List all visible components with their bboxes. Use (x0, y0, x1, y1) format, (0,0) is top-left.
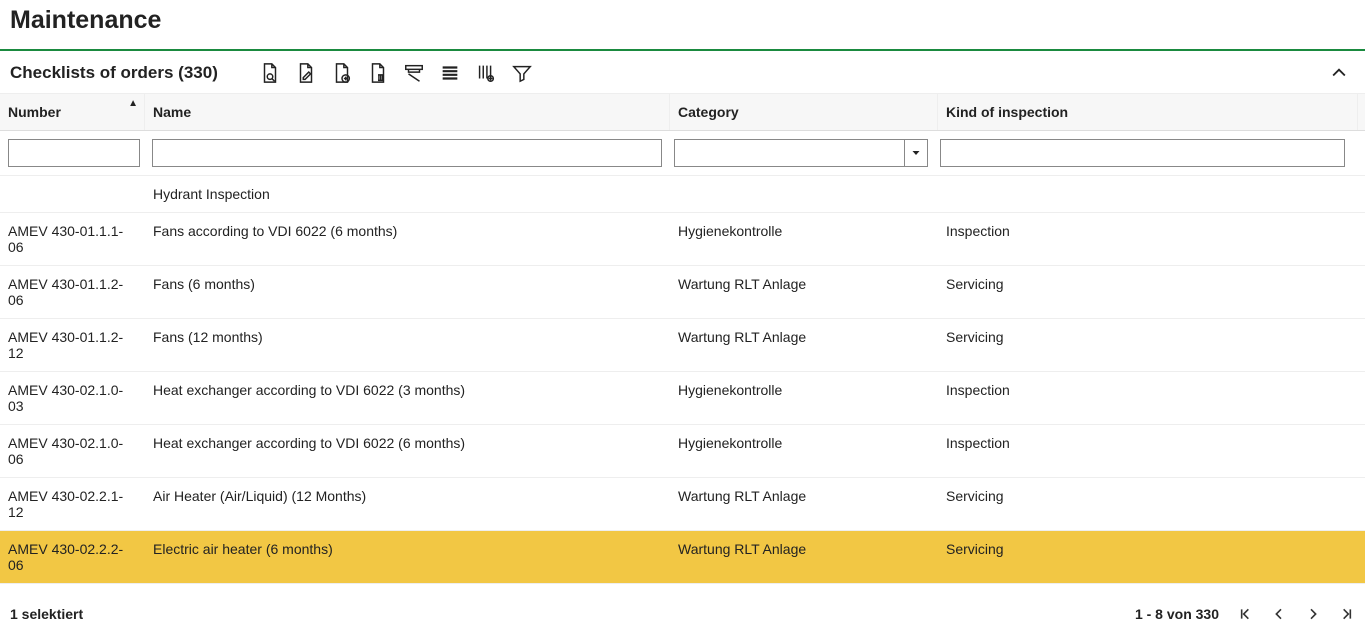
column-header-category[interactable]: Category (670, 94, 938, 130)
clear-filter-icon[interactable] (402, 61, 426, 85)
cell-category: Wartung RLT Anlage (670, 327, 938, 363)
cell-number: AMEV 430-02.2.2-06 (0, 539, 145, 575)
cell-number: AMEV 430-01.1.2-12 (0, 327, 145, 363)
filter-category-input[interactable] (674, 139, 928, 167)
delete-icon[interactable] (366, 61, 390, 85)
cell-kind: Servicing (938, 274, 1358, 310)
cell-category: Hygienekontrolle (670, 433, 938, 469)
page-title: Maintenance (0, 0, 1365, 49)
cell-name: Fans (12 months) (145, 327, 670, 363)
cell-number: AMEV 430-01.1.1-06 (0, 221, 145, 257)
list-view-icon[interactable] (438, 61, 462, 85)
cell-kind (938, 184, 1358, 204)
sort-asc-icon: ▲ (128, 98, 138, 109)
column-header-name[interactable]: Name (145, 94, 670, 130)
section-bar: Checklists of orders (330) (0, 49, 1365, 93)
table-row[interactable]: Hydrant Inspection (0, 176, 1365, 213)
cell-category (670, 184, 938, 204)
page-first-icon[interactable] (1237, 606, 1253, 622)
cell-kind: Inspection (938, 433, 1358, 469)
page-last-icon[interactable] (1339, 606, 1355, 622)
table-row[interactable]: AMEV 430-02.1.0-03Heat exchanger accordi… (0, 372, 1365, 425)
filter-name-input[interactable] (152, 139, 661, 167)
cell-number (0, 184, 145, 204)
filter-kind-input[interactable] (940, 139, 1345, 167)
cell-kind: Servicing (938, 327, 1358, 363)
table-body: Hydrant InspectionAMEV 430-01.1.1-06Fans… (0, 176, 1365, 584)
table-row[interactable]: AMEV 430-02.2.1-12Air Heater (Air/Liquid… (0, 478, 1365, 531)
page-range: 1 - 8 von 330 (1135, 606, 1219, 622)
cell-number: AMEV 430-01.1.2-06 (0, 274, 145, 310)
column-header-kind[interactable]: Kind of inspection (938, 94, 1358, 130)
table-row[interactable]: AMEV 430-02.1.0-06Heat exchanger accordi… (0, 425, 1365, 478)
table-row[interactable]: AMEV 430-02.2.2-06Electric air heater (6… (0, 531, 1365, 584)
page-next-icon[interactable] (1305, 606, 1321, 622)
view-icon[interactable] (258, 61, 282, 85)
cell-number: AMEV 430-02.1.0-06 (0, 433, 145, 469)
cell-name: Electric air heater (6 months) (145, 539, 670, 575)
cell-kind: Servicing (938, 486, 1358, 522)
cell-kind: Inspection (938, 221, 1358, 257)
cell-name: Heat exchanger according to VDI 6022 (6 … (145, 433, 670, 469)
pager: 1 - 8 von 330 (1135, 606, 1355, 622)
filter-icon[interactable] (510, 61, 534, 85)
status-bar: 1 selektiert 1 - 8 von 330 (0, 596, 1365, 622)
horizontal-scrollbar[interactable] (0, 584, 1365, 596)
columns-icon[interactable] (474, 61, 498, 85)
column-header-number[interactable]: Number ▲ (0, 94, 145, 130)
cell-name: Hydrant Inspection (145, 184, 670, 204)
toolbar (258, 61, 534, 85)
cell-category: Hygienekontrolle (670, 221, 938, 257)
cell-name: Fans according to VDI 6022 (6 months) (145, 221, 670, 257)
column-header-label: Number (8, 104, 61, 120)
cell-category: Wartung RLT Anlage (670, 486, 938, 522)
table-row[interactable]: AMEV 430-01.1.2-12Fans (12 months)Wartun… (0, 319, 1365, 372)
page-prev-icon[interactable] (1271, 606, 1287, 622)
cell-name: Fans (6 months) (145, 274, 670, 310)
cell-category: Wartung RLT Anlage (670, 274, 938, 310)
collapse-icon[interactable] (1329, 63, 1349, 83)
section-title: Checklists of orders (330) (10, 63, 218, 83)
selection-count: 1 selektiert (10, 606, 83, 622)
column-header-label: Category (678, 104, 739, 120)
cell-name: Heat exchanger according to VDI 6022 (3 … (145, 380, 670, 416)
table-row[interactable]: AMEV 430-01.1.1-06Fans according to VDI … (0, 213, 1365, 266)
cell-name: Air Heater (Air/Liquid) (12 Months) (145, 486, 670, 522)
column-header-label: Name (153, 104, 191, 120)
cell-number: AMEV 430-02.2.1-12 (0, 486, 145, 522)
chevron-down-icon[interactable] (904, 139, 928, 167)
column-header-label: Kind of inspection (946, 104, 1068, 120)
column-headers: Number ▲ Name Category Kind of inspectio… (0, 94, 1365, 131)
cell-kind: Inspection (938, 380, 1358, 416)
add-icon[interactable] (330, 61, 354, 85)
cell-category: Wartung RLT Anlage (670, 539, 938, 575)
cell-number: AMEV 430-02.1.0-03 (0, 380, 145, 416)
grid: Number ▲ Name Category Kind of inspectio… (0, 93, 1365, 596)
filter-number-input[interactable] (8, 139, 140, 167)
cell-kind: Servicing (938, 539, 1358, 575)
table-row[interactable]: AMEV 430-01.1.2-06Fans (6 months)Wartung… (0, 266, 1365, 319)
edit-icon[interactable] (294, 61, 318, 85)
cell-category: Hygienekontrolle (670, 380, 938, 416)
filter-row (0, 131, 1365, 176)
